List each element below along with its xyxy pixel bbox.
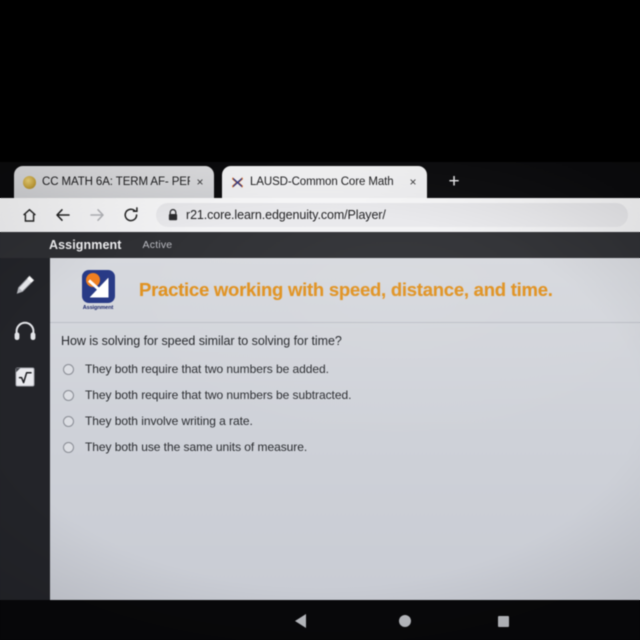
question-body: How is solving for speed similar to solv… [50, 322, 640, 600]
tab-title: CC MATH 6A: TERM AF- PERI [42, 176, 190, 188]
assignment-badge-label: Assignment [82, 304, 114, 311]
answer-option-3[interactable]: They both involve writing a rate. [63, 414, 253, 428]
tool-rail [0, 258, 50, 640]
tab-title: LAUSD-Common Core Math [250, 176, 394, 188]
answer-option-label: They both require that two numbers be su… [85, 388, 352, 402]
home-circle-icon[interactable] [394, 610, 416, 632]
lausd-x-icon [231, 176, 244, 189]
radio-button[interactable] [63, 389, 74, 401]
answer-option-2[interactable]: They both require that two numbers be su… [63, 388, 351, 402]
tablet-screen: CC MATH 6A: TERM AF- PERI × LAUSD-Common… [0, 162, 640, 640]
browser-tab-strip: CC MATH 6A: TERM AF- PERI × LAUSD-Common… [0, 162, 640, 198]
new-tab-button[interactable]: + [444, 172, 464, 192]
radio-button[interactable] [63, 441, 74, 453]
forward-arrow-icon[interactable] [82, 200, 112, 230]
radio-button[interactable] [63, 363, 74, 375]
globe-icon [23, 175, 36, 189]
close-icon[interactable]: × [192, 174, 208, 190]
answer-option-label: They both involve writing a rate. [85, 414, 253, 428]
highlighter-icon[interactable] [8, 268, 42, 302]
status-badge: Active [142, 239, 173, 251]
question-prompt: How is solving for speed similar to solv… [61, 334, 342, 348]
lock-icon [168, 209, 178, 221]
url-text: r21.core.learn.edgenuity.com/Player/ [186, 208, 386, 222]
lesson-content-panel: Assignment Practice working with speed, … [50, 258, 640, 600]
home-icon[interactable] [14, 200, 44, 230]
back-arrow-icon[interactable] [48, 200, 78, 230]
app-top-bar: Assignment Active [0, 232, 640, 258]
browser-tab-inactive[interactable]: CC MATH 6A: TERM AF- PERI × [14, 166, 214, 198]
assignment-icon [81, 269, 115, 303]
photo-of-tablet-screen: CC MATH 6A: TERM AF- PERI × LAUSD-Common… [0, 0, 640, 640]
headphones-icon[interactable] [8, 314, 42, 348]
assignment-badge: Assignment [75, 269, 121, 311]
lesson-title-row: Assignment Practice working with speed, … [50, 258, 640, 323]
recents-square-icon[interactable] [492, 610, 514, 632]
reload-icon[interactable] [116, 200, 146, 230]
answer-option-1[interactable]: They both require that two numbers be ad… [63, 362, 329, 376]
calculator-icon[interactable] [8, 360, 42, 394]
edgenuity-player: Assignment Active Assignment Practice wo… [0, 232, 640, 640]
page-title: Practice working with speed, distance, a… [139, 279, 553, 300]
answer-option-label: They both use the same units of measure. [85, 440, 308, 454]
android-nav-bar [0, 600, 640, 640]
assignment-label: Assignment [49, 238, 122, 252]
radio-button[interactable] [63, 415, 74, 427]
back-triangle-icon[interactable] [289, 610, 311, 632]
answer-option-label: They both require that two numbers be ad… [85, 362, 329, 376]
address-bar[interactable]: r21.core.learn.edgenuity.com/Player/ [156, 203, 628, 227]
browser-toolbar: r21.core.learn.edgenuity.com/Player/ [0, 198, 640, 232]
browser-tab-active[interactable]: LAUSD-Common Core Math × [222, 166, 427, 198]
close-icon[interactable]: × [405, 174, 421, 190]
answer-option-4[interactable]: They both use the same units of measure. [63, 440, 307, 454]
